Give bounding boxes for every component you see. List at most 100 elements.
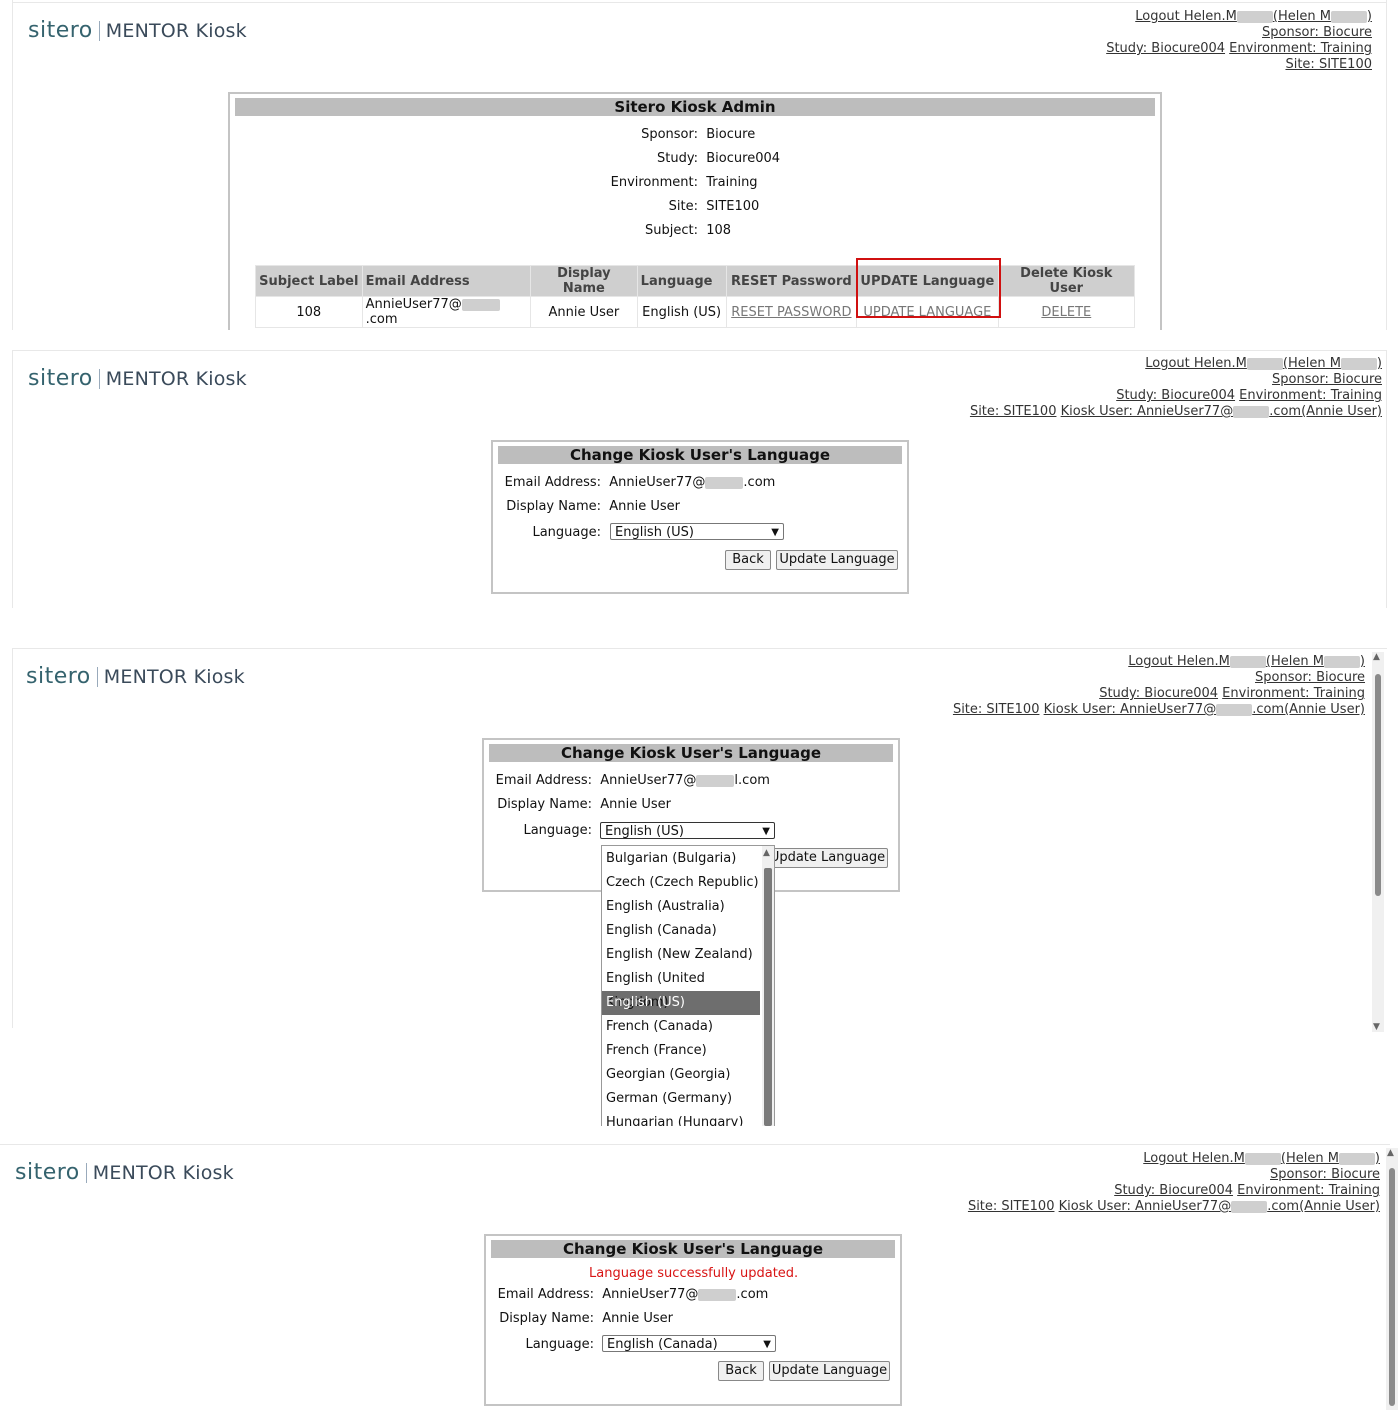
logout-link[interactable]: Logout Helen.M (Helen M) bbox=[1135, 9, 1372, 24]
back-button[interactable]: Back bbox=[718, 1361, 764, 1381]
panel-language-updated: sitero MENTOR Kiosk Logout Helen.M (Helen… bbox=[0, 1142, 1400, 1410]
panel-border bbox=[12, 648, 1387, 649]
sponsor-link[interactable]: Sponsor: Biocure bbox=[1272, 372, 1382, 387]
language-option[interactable]: Czech (Czech Republic) bbox=[602, 871, 760, 895]
language-select[interactable]: English (US) ▼ bbox=[600, 822, 775, 839]
language-option[interactable]: German (Germany) bbox=[602, 1087, 760, 1111]
kiosk-user-link[interactable]: Kiosk User: AnnieUser77@ .com(Annie User) bbox=[1059, 1199, 1380, 1214]
chevron-down-icon: ▼ bbox=[762, 826, 770, 837]
redacted bbox=[1246, 357, 1283, 370]
cell-display-name: Annie User bbox=[530, 296, 638, 328]
logout-end: ) bbox=[1366, 9, 1372, 24]
language-label: Language: bbox=[532, 525, 601, 540]
language-select-value: English (US) bbox=[615, 525, 694, 540]
display-name-row: Display Name: Annie User bbox=[486, 797, 671, 812]
language-option[interactable]: French (Canada) bbox=[602, 1015, 760, 1039]
sponsor-link[interactable]: Sponsor: Biocure bbox=[1270, 1167, 1380, 1182]
language-option[interactable]: Bulgarian (Bulgaria) bbox=[602, 847, 760, 871]
update-language-button[interactable]: Update Language bbox=[769, 1361, 890, 1381]
scroll-up-icon[interactable]: ▲ bbox=[763, 848, 770, 858]
language-select[interactable]: English (Canada) ▼ bbox=[602, 1335, 776, 1352]
logout-link[interactable]: Logout Helen.M (Helen M) bbox=[1145, 356, 1382, 371]
environment-link[interactable]: Environment: Training bbox=[1239, 388, 1382, 403]
logo-mark: sitero bbox=[28, 18, 93, 43]
email-suffix: .com bbox=[743, 475, 776, 490]
language-dropdown[interactable]: Bulgarian (Bulgaria) Czech (Czech Republi… bbox=[601, 845, 775, 1126]
email-value: AnnieUser77@ bbox=[609, 475, 706, 490]
study-link[interactable]: Study: Biocure004 bbox=[1106, 41, 1225, 56]
logo-text: MENTOR Kiosk bbox=[92, 1161, 234, 1184]
scroll-down-icon[interactable]: ▼ bbox=[1373, 1022, 1380, 1032]
scroll-up-icon[interactable]: ▲ bbox=[1373, 652, 1380, 662]
redacted bbox=[1231, 1200, 1268, 1213]
email-row: Email Address: AnnieUser77@ .com bbox=[495, 475, 776, 490]
scrollbar-thumb[interactable] bbox=[1375, 674, 1381, 896]
dropdown-scrollbar-thumb[interactable] bbox=[764, 868, 772, 1126]
environment-link[interactable]: Environment: Training bbox=[1229, 41, 1372, 56]
chevron-down-icon: ▼ bbox=[771, 527, 779, 538]
email-suffix: l.com bbox=[734, 773, 770, 788]
language-option[interactable]: English (New Zealand) bbox=[602, 943, 760, 967]
language-option[interactable]: English (US) bbox=[602, 991, 760, 1015]
redacted bbox=[1236, 10, 1273, 23]
study-link[interactable]: Study: Biocure004 bbox=[1099, 686, 1218, 701]
page-scrollbar[interactable]: ▲ ▼ bbox=[1372, 652, 1384, 1032]
language-select[interactable]: English (US) ▼ bbox=[610, 523, 784, 540]
back-button[interactable]: Back bbox=[725, 550, 771, 570]
admin-title: Sitero Kiosk Admin bbox=[235, 98, 1155, 116]
panel-border bbox=[12, 350, 13, 608]
site-link[interactable]: Site: SITE100 bbox=[970, 404, 1057, 419]
update-language-button[interactable]: Update Language bbox=[767, 848, 888, 868]
kiosk-user-text: Kiosk User: AnnieUser77@ bbox=[1058, 1199, 1232, 1214]
email-text: AnnieUser77@ bbox=[365, 297, 462, 312]
display-name-value: Annie User bbox=[602, 1311, 674, 1326]
logo-divider bbox=[96, 666, 98, 687]
email-suffix: .com bbox=[365, 312, 398, 327]
display-name-label: Display Name: bbox=[497, 797, 592, 812]
language-option[interactable]: English (United Kingdom) bbox=[602, 967, 760, 1010]
dropdown-scrollbar[interactable]: ▲ bbox=[762, 846, 774, 1126]
environment-link[interactable]: Environment: Training bbox=[1237, 1183, 1380, 1198]
language-option[interactable]: English (Australia) bbox=[602, 895, 760, 919]
field-label: Subject: bbox=[645, 223, 698, 238]
logout-text: Logout Helen.M bbox=[1135, 9, 1237, 24]
language-option[interactable]: Hungarian (Hungary) bbox=[602, 1111, 760, 1126]
logout-link[interactable]: Logout Helen.M (Helen M) bbox=[1143, 1151, 1380, 1166]
site-link[interactable]: Site: SITE100 bbox=[968, 1199, 1055, 1214]
highlight-box bbox=[856, 258, 1001, 318]
sponsor-link[interactable]: Sponsor: Biocure bbox=[1255, 670, 1365, 685]
site-link[interactable]: Site: SITE100 bbox=[953, 702, 1040, 717]
admin-field-subject: Subject: 108 bbox=[560, 223, 731, 238]
column-header: Email Address bbox=[361, 265, 532, 297]
delete-user-link[interactable]: DELETE bbox=[1041, 305, 1091, 320]
redacted bbox=[705, 476, 744, 489]
reset-password-link[interactable]: RESET PASSWORD bbox=[731, 305, 851, 320]
site-link[interactable]: Site: SITE100 bbox=[1285, 57, 1372, 72]
success-message: Language successfully updated. bbox=[589, 1266, 799, 1281]
kiosk-user-text: Kiosk User: AnnieUser77@ bbox=[1060, 404, 1234, 419]
language-option[interactable]: Georgian (Georgia) bbox=[602, 1063, 760, 1087]
scroll-up-icon[interactable]: ▲ bbox=[1387, 1148, 1394, 1158]
study-link[interactable]: Study: Biocure004 bbox=[1114, 1183, 1233, 1198]
update-language-button[interactable]: Update Language bbox=[776, 550, 898, 570]
logo-text: MENTOR Kiosk bbox=[105, 19, 247, 42]
column-header: Display Name bbox=[530, 265, 638, 297]
logout-link[interactable]: Logout Helen.M (Helen M) bbox=[1128, 654, 1365, 669]
header-links: Logout Helen.M (Helen M) Sponsor: Biocure… bbox=[970, 356, 1382, 420]
scrollbar-thumb[interactable] bbox=[1389, 1168, 1395, 1406]
redacted bbox=[1216, 703, 1253, 716]
language-option[interactable]: French (France) bbox=[602, 1039, 760, 1063]
redacted bbox=[1229, 655, 1266, 668]
email-suffix: .com bbox=[736, 1287, 769, 1302]
language-option[interactable]: English (Canada) bbox=[602, 919, 760, 943]
study-link[interactable]: Study: Biocure004 bbox=[1116, 388, 1235, 403]
sponsor-link[interactable]: Sponsor: Biocure bbox=[1262, 25, 1372, 40]
logo-mark: sitero bbox=[26, 664, 91, 689]
column-header: Language bbox=[636, 265, 727, 297]
page-scrollbar[interactable]: ▲ bbox=[1386, 1148, 1398, 1410]
change-language-title: Change Kiosk User's Language bbox=[491, 1240, 895, 1258]
kiosk-user-link[interactable]: Kiosk User: AnnieUser77@ .com(Annie User) bbox=[1061, 404, 1382, 419]
environment-link[interactable]: Environment: Training bbox=[1222, 686, 1365, 701]
logo-divider bbox=[85, 1162, 87, 1183]
kiosk-user-link[interactable]: Kiosk User: AnnieUser77@ .com(Annie User) bbox=[1044, 702, 1365, 717]
